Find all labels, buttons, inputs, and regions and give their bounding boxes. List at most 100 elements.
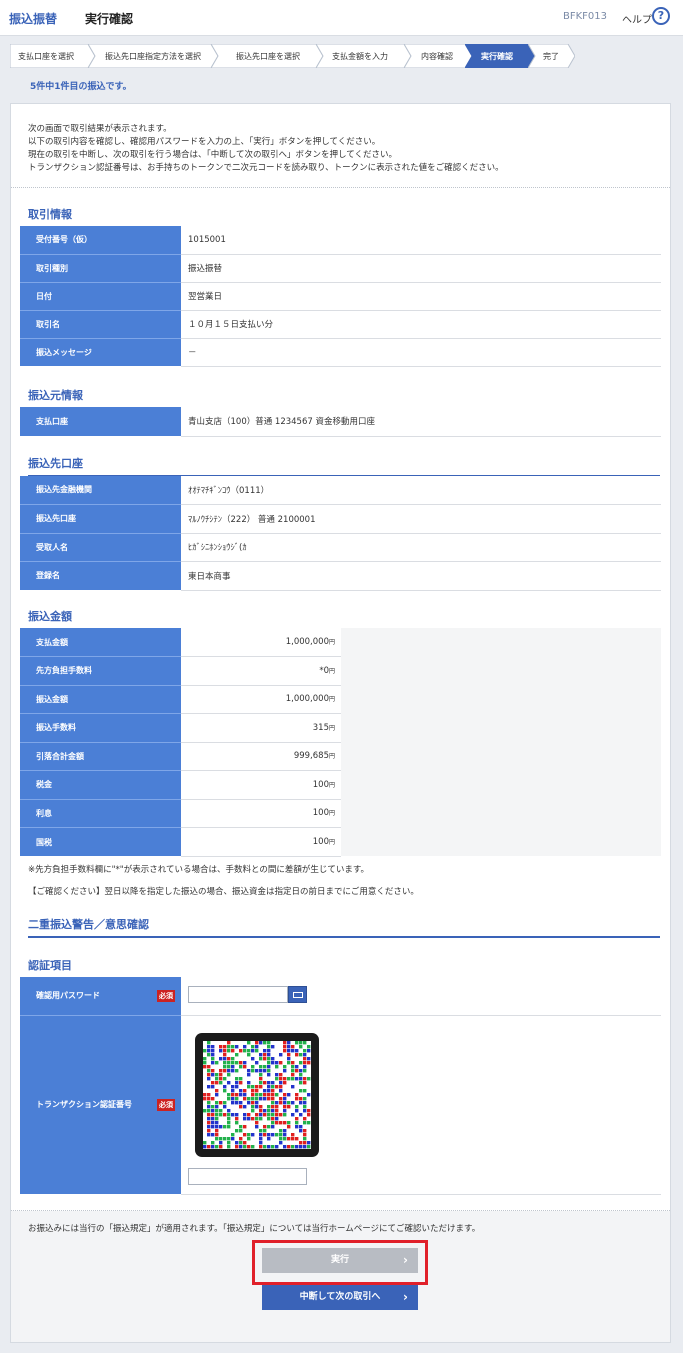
row-value: 1015001 (181, 226, 661, 255)
password-input[interactable] (188, 986, 288, 1003)
table-row: 確認用パスワード 必須 (20, 977, 661, 1016)
step-input-amount: 支払金額を入力 (316, 44, 411, 68)
amount-value: *0 (319, 665, 329, 676)
row-label: 支払口座 (20, 407, 181, 436)
confirm-note: 【ご確認ください】翌日以降を指定した振込の場合、振込資金は指定日の前日までにご用… (28, 887, 419, 897)
intro-line: 現在の取引を中断し、次の取引を行う場合は、「中断して次の取引へ」ボタンを押してく… (28, 150, 397, 160)
execute-label: 実行 (330, 1255, 349, 1265)
table-row: 受取人名 ﾋｶﾞｼﾆﾎﾝｼｮｳｼﾞ(ｶ (20, 533, 661, 562)
row-label: 先方負担手数料 (20, 656, 181, 686)
transfer-rule-notice: お振込みには当行の「振込規定」が適用されます。「振込規定」については当行ホームペ… (28, 1224, 481, 1234)
keyboard-glyph (293, 992, 303, 998)
auth-table: 確認用パスワード 必須 トランザクション認証番号 必須 (20, 977, 661, 1195)
suspend-next-button[interactable]: 中断して次の取引へ › (262, 1285, 418, 1310)
app-title: 振込振替 (9, 12, 58, 26)
row-label: 振込金額 (20, 685, 181, 714)
row-label: 登録名 (20, 561, 181, 590)
row-label: 取引種別 (20, 254, 181, 283)
section-heading-amount: 振込金額 (28, 608, 660, 630)
table-row: 取引名 １０月１５日支払い分 (20, 310, 661, 339)
amount-value: 1,000,000 (285, 694, 329, 705)
chevron-right-icon: › (403, 1253, 408, 1267)
table-row: 支払金額 1,000,000円 (20, 628, 661, 856)
qr-code-icon (195, 1032, 319, 1157)
intro-line: 次の画面で取引結果が表示されます。 (28, 124, 172, 134)
table-row: 支払口座 青山支店（100）普通 1234567 資金移動用口座 (20, 407, 661, 437)
yen-unit: 円 (328, 753, 335, 761)
screen-id: BFKF013 (563, 11, 608, 22)
button-area: お振込みには当行の「振込規定」が適用されます。「振込規定」については当行ホームペ… (11, 1211, 670, 1342)
token-label: トランザクション認証番号 (36, 1100, 132, 1110)
section-heading-double-warning: 二重振込警告／意思確認 (28, 916, 660, 938)
transfer-count-message: 5件中1件目の振込です。 (30, 82, 132, 92)
fee-note: ※先方負担手数料欄に"*"が表示されている場合は、手数料との間に差額が生じていま… (28, 865, 370, 875)
row-label: 受取人名 (20, 533, 181, 562)
row-value: ﾏﾙﾉｳﾁｼﾃﾝ（222） 普通 2100001 (181, 504, 661, 534)
question-circle-icon[interactable]: ? (652, 7, 670, 25)
step-select-payment-account: 支払口座を選択 (10, 44, 95, 68)
step-confirm-content: 内容確認 (404, 44, 472, 68)
row-value: － (181, 338, 661, 367)
step-label: 振込先口座指定方法を選択 (105, 52, 201, 61)
amount-value: 100 (312, 779, 329, 790)
row-label: 受付番号（仮） (20, 226, 181, 255)
table-row: 振込先口座 ﾏﾙﾉｳﾁｼﾃﾝ（222） 普通 2100001 (20, 504, 661, 534)
step-label: 支払金額を入力 (332, 52, 388, 61)
table-row: 登録名 東日本商事 (20, 561, 661, 591)
row-value: ｵｵﾃﾏﾁｷﾞﾝｺｳ（0111） (181, 476, 661, 505)
amount-value: 1,000,000 (285, 637, 329, 647)
row-label: 利息 (20, 799, 181, 828)
source-table: 支払口座 青山支店（100）普通 1234567 資金移動用口座 (20, 407, 661, 437)
step-label: 支払口座を選択 (18, 52, 74, 61)
table-row: トランザクション認証番号 必須 (20, 1015, 661, 1195)
intro-line: トランザクション認証番号は、お手持ちのトークンで二次元コードを読み取り、トークン… (28, 163, 504, 173)
amount-table: 支払金額 1,000,000円 先方負担手数料 *0円 振込金額 1,000,000円… (20, 628, 661, 857)
row-label: 日付 (20, 282, 181, 311)
row-label: 振込先口座 (20, 504, 181, 534)
table-row: 受付番号（仮） 1015001 (20, 226, 661, 255)
section-heading-transaction: 取引情報 (28, 206, 660, 228)
step-select-destination: 振込先口座を選択 (211, 44, 323, 68)
table-row: 取引種別 振込振替 (20, 254, 661, 283)
amount-value: 315 (312, 722, 329, 733)
step-execute-confirm-current: 実行確認 (465, 44, 535, 68)
yen-unit: 円 (328, 838, 335, 846)
main-panel: 次の画面で取引結果が表示されます。 以下の取引内容を確認し、確認用パスワードを入… (10, 103, 671, 1343)
header-bar: 振込振替 実行確認 BFKF013 ヘルプ ? (0, 0, 683, 36)
section-heading-auth: 認証項目 (28, 957, 660, 979)
destination-table: 振込先金融機関 ｵｵﾃﾏﾁｷﾞﾝｺｳ（0111） 振込先口座 ﾏﾙﾉｳﾁｼﾃﾝ（22… (20, 476, 661, 591)
amount-value: 100 (312, 808, 329, 819)
chevron-right-icon: › (403, 1290, 408, 1304)
required-badge: 必須 (157, 1098, 175, 1111)
row-label: 税金 (20, 770, 181, 800)
row-label: 振込手数料 (20, 713, 181, 743)
step-label: 内容確認 (421, 52, 453, 61)
row-label: 取引名 (20, 310, 181, 339)
yen-unit: 円 (328, 781, 335, 789)
execute-button[interactable]: 実行 › (262, 1248, 418, 1273)
help-link[interactable]: ヘルプ (622, 11, 652, 26)
step-label: 振込先口座を選択 (236, 52, 300, 61)
step-complete: 完了 (528, 44, 575, 68)
transaction-code-input[interactable] (188, 1167, 307, 1185)
amount-value: 100 (312, 836, 329, 847)
yen-unit: 円 (328, 810, 335, 818)
transaction-table: 受付番号（仮） 1015001 取引種別 振込振替 日付 翌営業日 取引名 １０月１５日… (20, 226, 661, 367)
required-badge: 必須 (157, 989, 175, 1002)
yen-unit: 円 (328, 696, 335, 704)
suspend-label: 中断して次の取引へ (299, 1292, 381, 1302)
software-keyboard-icon[interactable] (288, 986, 307, 1003)
yen-unit: 円 (328, 667, 335, 675)
intro-line: 以下の取引内容を確認し、確認用パスワードを入力の上、「実行」ボタンを押してくださ… (28, 137, 381, 147)
row-value: 青山支店（100）普通 1234567 資金移動用口座 (181, 407, 661, 437)
table-row: 日付 翌営業日 (20, 282, 661, 311)
amount-value: 999,685 (293, 751, 329, 762)
divider (11, 187, 670, 188)
row-value: 東日本商事 (181, 561, 661, 591)
password-label: 確認用パスワード (36, 991, 100, 1001)
intro-text: 次の画面で取引結果が表示されます。 以下の取引内容を確認し、確認用パスワードを入… (28, 123, 658, 175)
page-title: 実行確認 (85, 12, 134, 26)
row-label: 振込先金融機関 (20, 476, 181, 505)
yen-unit: 円 (328, 724, 335, 732)
table-row: 振込先金融機関 ｵｵﾃﾏﾁｷﾞﾝｺｳ（0111） (20, 476, 661, 505)
